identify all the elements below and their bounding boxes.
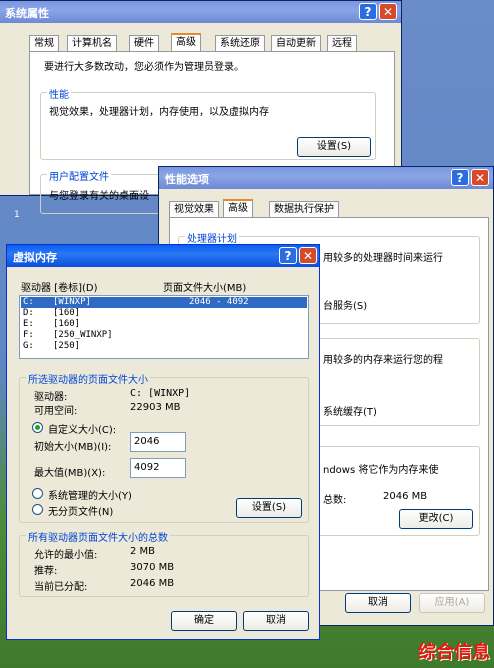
apply-button[interactable]: 应用(A) bbox=[419, 593, 485, 613]
drive-letter: E: bbox=[23, 319, 34, 329]
set-button[interactable]: 设置(S) bbox=[236, 498, 302, 518]
custom-size-label[interactable]: 自定义大小(C): bbox=[48, 421, 116, 436]
performance-group: 性能 视觉效果，处理器计划，内存使用，以及虚拟内存 设置(S) bbox=[40, 86, 376, 160]
system-managed-label[interactable]: 系统管理的大小(Y) bbox=[48, 487, 132, 502]
tab-advanced[interactable]: 高级 bbox=[223, 199, 253, 217]
change-button[interactable]: 更改(C) bbox=[399, 509, 473, 529]
virtual-memory-desc: ndows 将它作为内存来使 bbox=[323, 465, 439, 476]
min-allowed-value: 2 MB bbox=[130, 546, 156, 557]
processor-desc: 用较多的处理器时间来运行 bbox=[323, 253, 443, 264]
drive-list[interactable]: C: [WINXP] 2046 - 4092 D: [160] E: [160]… bbox=[19, 295, 309, 359]
close-button[interactable]: ✕ bbox=[471, 169, 489, 186]
performance-settings-button[interactable]: 设置(S) bbox=[297, 137, 371, 157]
desktop-marker: 1 bbox=[14, 210, 20, 220]
selected-drive-group: 所选驱动器的页面文件大小 驱动器: C: [WINXP] 可用空间: 22903… bbox=[19, 371, 309, 523]
drive-page-size: 2046 - 4092 bbox=[189, 297, 249, 307]
tab-dep[interactable]: 数据执行保护 bbox=[269, 201, 339, 217]
currently-allocated-label: 当前已分配: bbox=[34, 582, 88, 593]
drive-letter: F: bbox=[23, 330, 34, 340]
system-properties-titlebar[interactable]: 系统属性 ? ✕ bbox=[0, 1, 401, 23]
no-paging-label[interactable]: 无分页文件(N) bbox=[48, 503, 113, 518]
drive-volume-label: [250] bbox=[53, 341, 81, 351]
help-button[interactable]: ? bbox=[359, 3, 377, 20]
drive-letter: G: bbox=[23, 341, 34, 351]
virtual-memory-title: 虚拟内存 bbox=[13, 251, 57, 264]
drive-volume-label: [250_WINXP] bbox=[53, 330, 113, 340]
recommended-label: 推荐: bbox=[34, 566, 58, 577]
drive-row[interactable]: G: [250] bbox=[21, 341, 307, 352]
drive-volume-label: [160] bbox=[53, 319, 81, 329]
size-column-header: 页面文件大小(MB) bbox=[163, 283, 247, 294]
cancel-button[interactable]: 取消 bbox=[243, 611, 309, 631]
close-button[interactable]: ✕ bbox=[379, 3, 397, 20]
performance-label: 性能 bbox=[47, 86, 71, 101]
drive-row[interactable]: C: [WINXP] 2046 - 4092 bbox=[21, 297, 307, 308]
user-profile-label: 用户配置文件 bbox=[47, 168, 111, 183]
initial-size-label: 初始大小(MB)(I): bbox=[34, 442, 112, 453]
drive-value: C: [WINXP] bbox=[130, 388, 191, 399]
tab-advanced[interactable]: 高级 bbox=[171, 33, 201, 51]
min-allowed-label: 允许的最小值: bbox=[34, 550, 98, 561]
total-size-label: 所有驱动器页面文件大小的总数 bbox=[26, 529, 170, 544]
currently-allocated-value: 2046 MB bbox=[130, 578, 175, 589]
tab-hardware[interactable]: 硬件 bbox=[129, 35, 159, 51]
drive-volume-label: [WINXP] bbox=[53, 297, 91, 307]
selected-drive-label: 所选驱动器的页面文件大小 bbox=[26, 371, 150, 386]
tab-visual-effects[interactable]: 视觉效果 bbox=[169, 201, 219, 217]
virtual-memory-titlebar[interactable]: 虚拟内存 ? ✕ bbox=[7, 245, 319, 267]
total-value: 2046 MB bbox=[383, 491, 428, 502]
max-size-label: 最大值(MB)(X): bbox=[34, 468, 106, 479]
performance-desc: 视觉效果，处理器计划，内存使用，以及虚拟内存 bbox=[49, 107, 269, 118]
drive-letter: D: bbox=[23, 308, 34, 318]
watermark-logo: 综合信息 bbox=[418, 642, 490, 663]
tab-general[interactable]: 常规 bbox=[29, 35, 59, 51]
total-label: 总数: bbox=[323, 495, 347, 506]
cancel-button[interactable]: 取消 bbox=[345, 593, 411, 613]
free-space-value: 22903 MB bbox=[130, 402, 181, 413]
system-cache-option[interactable]: 系统缓存(T) bbox=[323, 403, 377, 418]
free-space-label: 可用空间: bbox=[34, 406, 78, 417]
custom-size-radio[interactable] bbox=[32, 422, 43, 433]
drive-label: 驱动器: bbox=[34, 392, 68, 403]
system-managed-radio[interactable] bbox=[32, 488, 43, 499]
tab-system-restore[interactable]: 系统还原 bbox=[215, 35, 265, 51]
drive-volume-label: [160] bbox=[53, 308, 81, 318]
system-properties-title: 系统属性 bbox=[5, 7, 49, 20]
admin-note: 要进行大多数改动，您必须作为管理员登录。 bbox=[44, 62, 244, 73]
max-size-input[interactable]: 4092 bbox=[130, 458, 186, 478]
drive-row[interactable]: E: [160] bbox=[21, 319, 307, 330]
background-services-option[interactable]: 台服务(S) bbox=[323, 297, 367, 312]
close-button[interactable]: ✕ bbox=[299, 247, 317, 264]
drive-letter: C: bbox=[23, 297, 34, 307]
processor-schedule-label: 处理器计划 bbox=[185, 230, 239, 245]
user-profile-desc: 与您登录有关的桌面设 bbox=[49, 191, 149, 202]
recommended-value: 3070 MB bbox=[130, 562, 175, 573]
tab-auto-update[interactable]: 自动更新 bbox=[271, 35, 321, 51]
initial-size-input[interactable]: 2046 bbox=[130, 432, 186, 452]
memory-desc: 用较多的内存来运行您的程 bbox=[323, 355, 443, 366]
drive-column-header: 驱动器 [卷标](D) bbox=[21, 283, 98, 294]
performance-options-titlebar[interactable]: 性能选项 ? ✕ bbox=[159, 167, 493, 189]
ok-button[interactable]: 确定 bbox=[171, 611, 237, 631]
virtual-memory-window: 虚拟内存 ? ✕ 驱动器 [卷标](D) 页面文件大小(MB) C: [WINX… bbox=[6, 244, 320, 640]
drive-row[interactable]: D: [160] bbox=[21, 308, 307, 319]
tab-computer-name[interactable]: 计算机名 bbox=[67, 35, 117, 51]
drive-row[interactable]: F: [250_WINXP] bbox=[21, 330, 307, 341]
help-button[interactable]: ? bbox=[451, 169, 469, 186]
total-size-group: 所有驱动器页面文件大小的总数 允许的最小值: 2 MB 推荐: 3070 MB … bbox=[19, 529, 309, 597]
no-paging-radio[interactable] bbox=[32, 504, 43, 515]
tab-remote[interactable]: 远程 bbox=[327, 35, 357, 51]
performance-options-title: 性能选项 bbox=[165, 173, 209, 186]
help-button[interactable]: ? bbox=[279, 247, 297, 264]
